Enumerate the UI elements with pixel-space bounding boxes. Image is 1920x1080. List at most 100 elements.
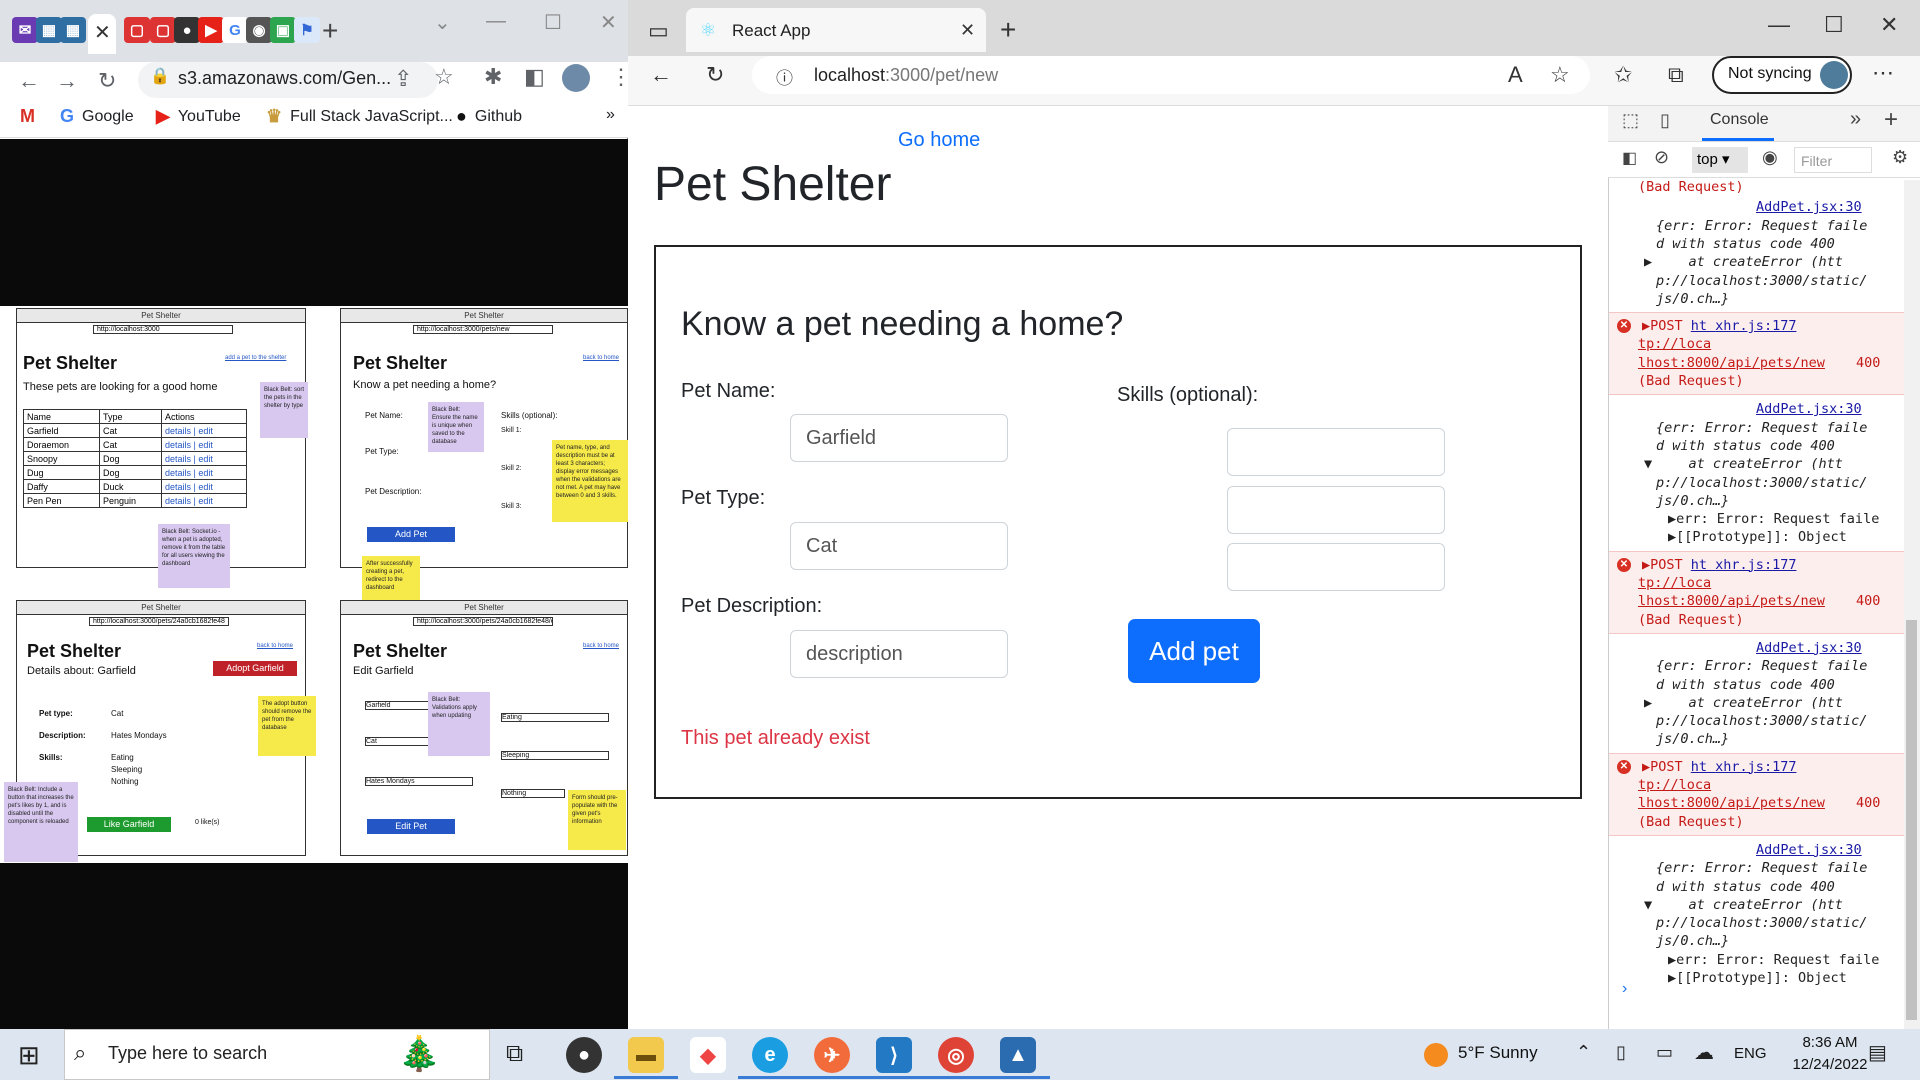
request-url-link[interactable]: lhost:8000/api/pets/new [1638, 354, 1825, 372]
console-filter-input[interactable]: Filter [1794, 147, 1872, 173]
postman-icon[interactable]: ✈ [814, 1037, 850, 1073]
chrome-icon[interactable]: ◎ [938, 1037, 974, 1073]
mail-tab-icon[interactable]: ✉ [12, 17, 38, 43]
inspect-icon[interactable]: ⬚ [1622, 110, 1639, 131]
expand-triangle-icon[interactable]: ▶ [1644, 694, 1652, 712]
reload-icon[interactable]: ↻ [98, 68, 116, 94]
collapse-triangle-icon[interactable]: ▼ [1644, 455, 1652, 473]
youtube-tab-icon[interactable]: ▶ [198, 17, 224, 43]
clock-time[interactable]: 8:36 AM [1790, 1034, 1870, 1051]
pet-name-input[interactable]: Garfield [790, 414, 1008, 462]
tab-actions-icon[interactable]: ▭ [648, 18, 669, 44]
console-object-property[interactable]: ▶err: Error: Request faile [1668, 510, 1879, 528]
task-view-icon[interactable]: ⧉ [506, 1040, 523, 1068]
bookmark-fullstack[interactable]: ♛ Full Stack JavaScript... [266, 106, 453, 127]
bookmark-google[interactable]: G Google [60, 106, 134, 127]
console-object-property[interactable]: ▶err: Error: Request faile [1668, 951, 1879, 969]
share-icon[interactable]: ⇪ [394, 66, 412, 92]
start-icon[interactable]: ⊞ [18, 1040, 40, 1071]
sidebar-toggle-icon[interactable]: ◧ [1622, 148, 1637, 168]
device-icon[interactable]: ▯ [1616, 1042, 1626, 1063]
clock-date[interactable]: 12/24/2022 [1790, 1056, 1870, 1073]
skill-3-input[interactable] [1227, 543, 1445, 591]
read-aloud-icon[interactable]: A [1508, 62, 1523, 88]
app-tab-icon[interactable]: ▢ [124, 17, 150, 43]
pet-description-input[interactable]: description [790, 630, 1008, 678]
vscode-icon[interactable]: ⟩ [876, 1037, 912, 1073]
close-window-icon[interactable]: ✕ [600, 10, 617, 35]
app-tab-icon[interactable]: ◉ [246, 17, 272, 43]
request-url-link[interactable]: ht [1691, 557, 1715, 573]
back-icon[interactable]: ← [650, 62, 672, 88]
console-scroll-thumb[interactable] [1906, 620, 1917, 1020]
new-tab-icon[interactable]: + [322, 15, 338, 47]
weather-text[interactable]: 5°F Sunny [1458, 1043, 1538, 1063]
add-favorite-icon[interactable]: ☆ [1550, 62, 1570, 88]
request-url-link[interactable]: tp://loca [1638, 776, 1711, 794]
console-source-link[interactable]: AddPet.jsx:30 [1756, 198, 1862, 216]
edge-icon[interactable]: e [752, 1037, 788, 1073]
app-tab-icon[interactable]: ▢ [150, 17, 176, 43]
request-url-link[interactable]: ht [1691, 759, 1715, 775]
app-tab-icon[interactable]: ▣ [270, 17, 296, 43]
console-source-link[interactable]: AddPet.jsx:30 [1756, 639, 1862, 657]
clear-console-icon[interactable]: ⊘ [1654, 147, 1669, 168]
network-icon[interactable]: ☁ [1694, 1040, 1714, 1065]
console-source-link[interactable]: xhr.js:177 [1715, 759, 1796, 775]
console-source-link[interactable]: AddPet.jsx:30 [1756, 841, 1862, 859]
info-icon[interactable]: ⓘ [776, 64, 793, 89]
skill-1-input[interactable] [1227, 428, 1445, 476]
photos-icon[interactable]: ▲ [1000, 1037, 1036, 1073]
add-pet-button[interactable]: Add pet [1128, 619, 1260, 683]
minimize-icon[interactable]: — [486, 10, 506, 33]
google-tab-icon[interactable]: G [222, 17, 248, 43]
console-source-link[interactable]: xhr.js:177 [1715, 557, 1796, 573]
minimize-icon[interactable]: — [1768, 12, 1790, 38]
more-icon[interactable]: ⋯ [1872, 60, 1894, 86]
obs-icon[interactable]: ● [566, 1037, 602, 1073]
close-window-icon[interactable]: ✕ [1880, 12, 1898, 38]
collections-icon[interactable]: ⧉ [1668, 62, 1684, 88]
bookmark-gmail[interactable]: M [20, 106, 35, 127]
expand-triangle-icon[interactable]: ▶ [1644, 253, 1652, 271]
app-icon[interactable]: ◆ [690, 1037, 726, 1073]
chevron-up-icon[interactable]: ⌃ [1576, 1042, 1591, 1063]
context-select[interactable]: top ▾ [1692, 147, 1748, 173]
console-source-link[interactable]: xhr.js:177 [1715, 318, 1796, 334]
request-url-link[interactable]: lhost:8000/api/pets/new [1638, 592, 1825, 610]
request-url-link[interactable]: tp://loca [1638, 574, 1711, 592]
bookmark-star-icon[interactable]: ☆ [434, 64, 454, 90]
add-tab-icon[interactable]: + [1884, 106, 1898, 134]
settings-gear-icon[interactable]: ⚙ [1892, 147, 1908, 168]
maximize-icon[interactable]: ☐ [1824, 12, 1844, 38]
console-prompt-icon[interactable]: › [1622, 980, 1627, 998]
side-panel-icon[interactable]: ◧ [524, 64, 545, 90]
console-object-property[interactable]: ▶[[Prototype]]: Object [1668, 528, 1847, 546]
request-url-link[interactable]: tp://loca [1638, 335, 1711, 353]
bookmark-github[interactable]: ● Github [456, 106, 522, 127]
new-tab-icon[interactable]: + [1000, 14, 1016, 46]
tab-react-app[interactable] [686, 8, 986, 52]
live-expression-icon[interactable]: ◉ [1762, 147, 1778, 168]
skill-2-input[interactable] [1227, 486, 1445, 534]
back-icon[interactable]: ← [18, 68, 40, 94]
tab-console[interactable]: Console [1710, 111, 1769, 129]
profile-avatar[interactable] [562, 64, 590, 92]
reload-icon[interactable]: ↻ [706, 62, 724, 88]
console-object-property[interactable]: ▶[[Prototype]]: Object [1668, 969, 1847, 987]
extensions-icon[interactable]: ✱ [484, 64, 502, 90]
maximize-icon[interactable]: ☐ [544, 10, 562, 35]
console-source-link[interactable]: AddPet.jsx:30 [1756, 400, 1862, 418]
device-icon[interactable]: ▯ [1660, 110, 1670, 131]
app-tab-icon[interactable]: ▦ [60, 17, 86, 43]
bookmarks-overflow-icon[interactable]: » [606, 106, 615, 124]
language-indicator[interactable]: ENG [1734, 1045, 1767, 1062]
tab-search-icon[interactable]: ⌄ [434, 10, 451, 35]
app-tab-icon[interactable]: ⚑ [294, 17, 320, 43]
favorites-icon[interactable]: ✩ [1614, 62, 1632, 88]
go-home-link[interactable]: Go home [898, 129, 980, 152]
app-tab-icon[interactable]: ▦ [36, 17, 62, 43]
github-tab-icon[interactable]: ● [174, 17, 200, 43]
request-url-link[interactable]: ht [1691, 318, 1715, 334]
collapse-triangle-icon[interactable]: ▼ [1644, 896, 1652, 914]
